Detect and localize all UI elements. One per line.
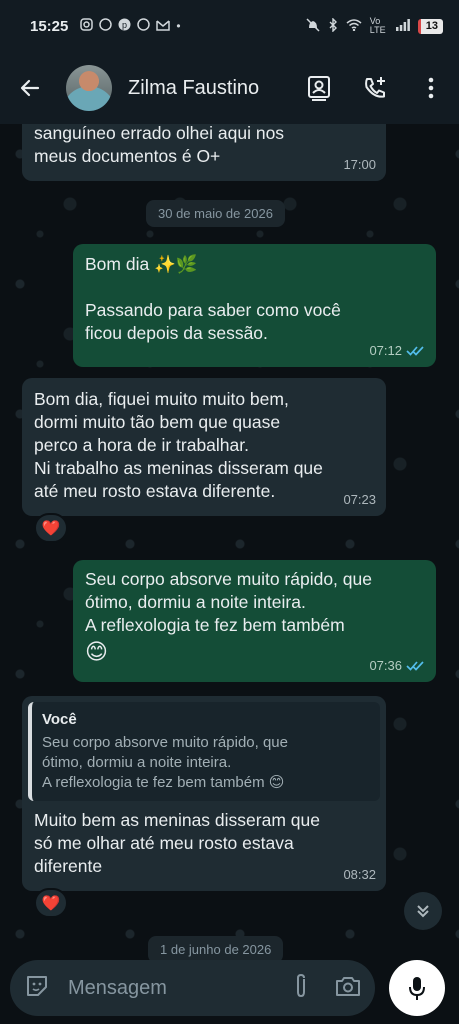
system-icons: Vo LTE 13 — [306, 17, 443, 35]
message-text: até meu rosto estava diferente. — [34, 481, 276, 501]
microphone-icon — [409, 977, 425, 1000]
date-separator: 1 de junho de 2026 — [148, 936, 284, 960]
message-time: 08:32 — [343, 863, 376, 886]
double-check-icon — [406, 346, 424, 356]
phone-add-icon — [365, 77, 385, 98]
dot-icon: • — [176, 19, 181, 33]
contact-card-icon — [308, 76, 330, 101]
back-button[interactable] — [0, 52, 60, 124]
whatsapp-icon — [137, 18, 151, 34]
instagram-icon — [80, 18, 94, 34]
message-body: Muito bem as meninas disseram que só me … — [28, 809, 380, 878]
sticker-icon — [27, 975, 47, 996]
notification-icons: p • — [80, 18, 181, 34]
message-text: sanguíneo errado olhei aqui nos — [34, 124, 285, 143]
svg-text:p: p — [122, 20, 127, 30]
heart-icon: ❤️ — [41, 895, 61, 912]
message-text: perco a hora de ir trabalhar. — [34, 435, 249, 455]
bluetooth-icon — [328, 16, 338, 35]
message-text: Bom dia, fiquei muito muito bem, — [34, 389, 289, 409]
voice-message-button[interactable] — [389, 960, 445, 1016]
camera-icon — [336, 976, 360, 996]
time-label: 17:00 — [343, 157, 376, 172]
status-time: 15:25 — [30, 17, 69, 35]
message-incoming[interactable]: Bom dia, fiquei muito muito bem, dormi m… — [22, 378, 386, 516]
camera-button[interactable] — [335, 975, 361, 1002]
status-bar: 15:25 p • Vo LTE 13 — [0, 0, 459, 52]
quoted-message[interactable]: Você Seu corpo absorve muito rápido, que… — [28, 702, 380, 801]
heart-icon: ❤️ — [41, 520, 61, 537]
emoji-button[interactable] — [24, 973, 50, 1004]
message-incoming[interactable]: sanguíneo errado olhei aqui nos meus doc… — [22, 124, 386, 181]
message-input-bar[interactable]: Mensagem — [10, 960, 375, 1016]
chat-header: Zilma Faustino — [0, 52, 459, 124]
time-label: 07:12 — [369, 343, 402, 358]
signal-icon — [395, 18, 410, 34]
message-text: dormi muito tão bem que quase — [34, 412, 281, 432]
reaction-heart[interactable]: ❤️ — [34, 888, 68, 918]
paperclip-icon — [297, 973, 305, 997]
message-time: 07:36 — [369, 654, 426, 677]
message-input[interactable]: Mensagem — [68, 977, 293, 1000]
message-text: Seu corpo absorve muito rápido, que — [85, 569, 372, 589]
more-options-button[interactable] — [403, 52, 459, 124]
date-separator: 30 de maio de 2026 — [146, 200, 285, 227]
battery-indicator: 13 — [417, 18, 443, 34]
arrow-left-icon — [20, 79, 40, 97]
message-text: A reflexologia te fez bem também — [85, 615, 345, 635]
reaction-heart[interactable]: ❤️ — [34, 513, 68, 543]
time-label: 08:32 — [343, 867, 376, 882]
contact-card-button[interactable] — [291, 52, 347, 124]
gmail-icon — [156, 19, 171, 34]
message-text: ótimo, dormiu a noite inteira. — [85, 592, 306, 612]
chat-area[interactable]: sanguíneo errado olhei aqui nos meus doc… — [0, 124, 459, 960]
quote-author: Você — [42, 711, 77, 728]
whatsapp-icon — [99, 18, 113, 34]
contact-name[interactable]: Zilma Faustino — [128, 77, 291, 100]
attach-button[interactable] — [293, 973, 309, 1004]
message-outgoing[interactable]: Bom dia ✨🌿 Passando para saber como você… — [73, 244, 436, 367]
time-label: 07:23 — [343, 492, 376, 507]
quote-text: Seu corpo absorve muito rápido, que — [42, 734, 288, 751]
scroll-to-bottom-button[interactable] — [404, 892, 442, 930]
more-vert-icon — [428, 77, 434, 99]
message-outgoing[interactable]: Seu corpo absorve muito rápido, que ótim… — [73, 560, 436, 682]
call-add-button[interactable] — [347, 52, 403, 124]
message-time: 07:23 — [343, 488, 376, 511]
pinterest-icon: p — [118, 18, 131, 34]
avatar[interactable] — [66, 65, 112, 111]
quote-text: A reflexologia te fez bem também 😊 — [42, 774, 285, 791]
double-check-icon — [406, 661, 424, 671]
message-text: Muito bem as meninas disseram que — [34, 810, 320, 830]
message-text: diferente — [34, 856, 103, 876]
message-time: 17:00 — [343, 153, 376, 176]
message-time: 07:12 — [369, 339, 426, 362]
message-text: só me olhar até meu rosto estava — [34, 833, 294, 853]
message-text: Ni trabalho as meninas disseram que — [34, 458, 323, 478]
message-text: Bom dia ✨🌿 — [85, 254, 198, 274]
double-chevron-down-icon — [417, 905, 429, 918]
message-text: Passando para saber como você — [85, 300, 341, 320]
time-label: 07:36 — [369, 658, 402, 673]
quote-text: ótimo, dormiu a noite inteira. — [42, 754, 232, 771]
message-text: meus documentos é O+ — [34, 146, 221, 166]
message-incoming[interactable]: Você Seu corpo absorve muito rápido, que… — [22, 696, 386, 891]
wifi-icon — [346, 18, 362, 34]
mute-icon — [306, 17, 320, 35]
network-type-label: Vo LTE — [369, 16, 386, 35]
